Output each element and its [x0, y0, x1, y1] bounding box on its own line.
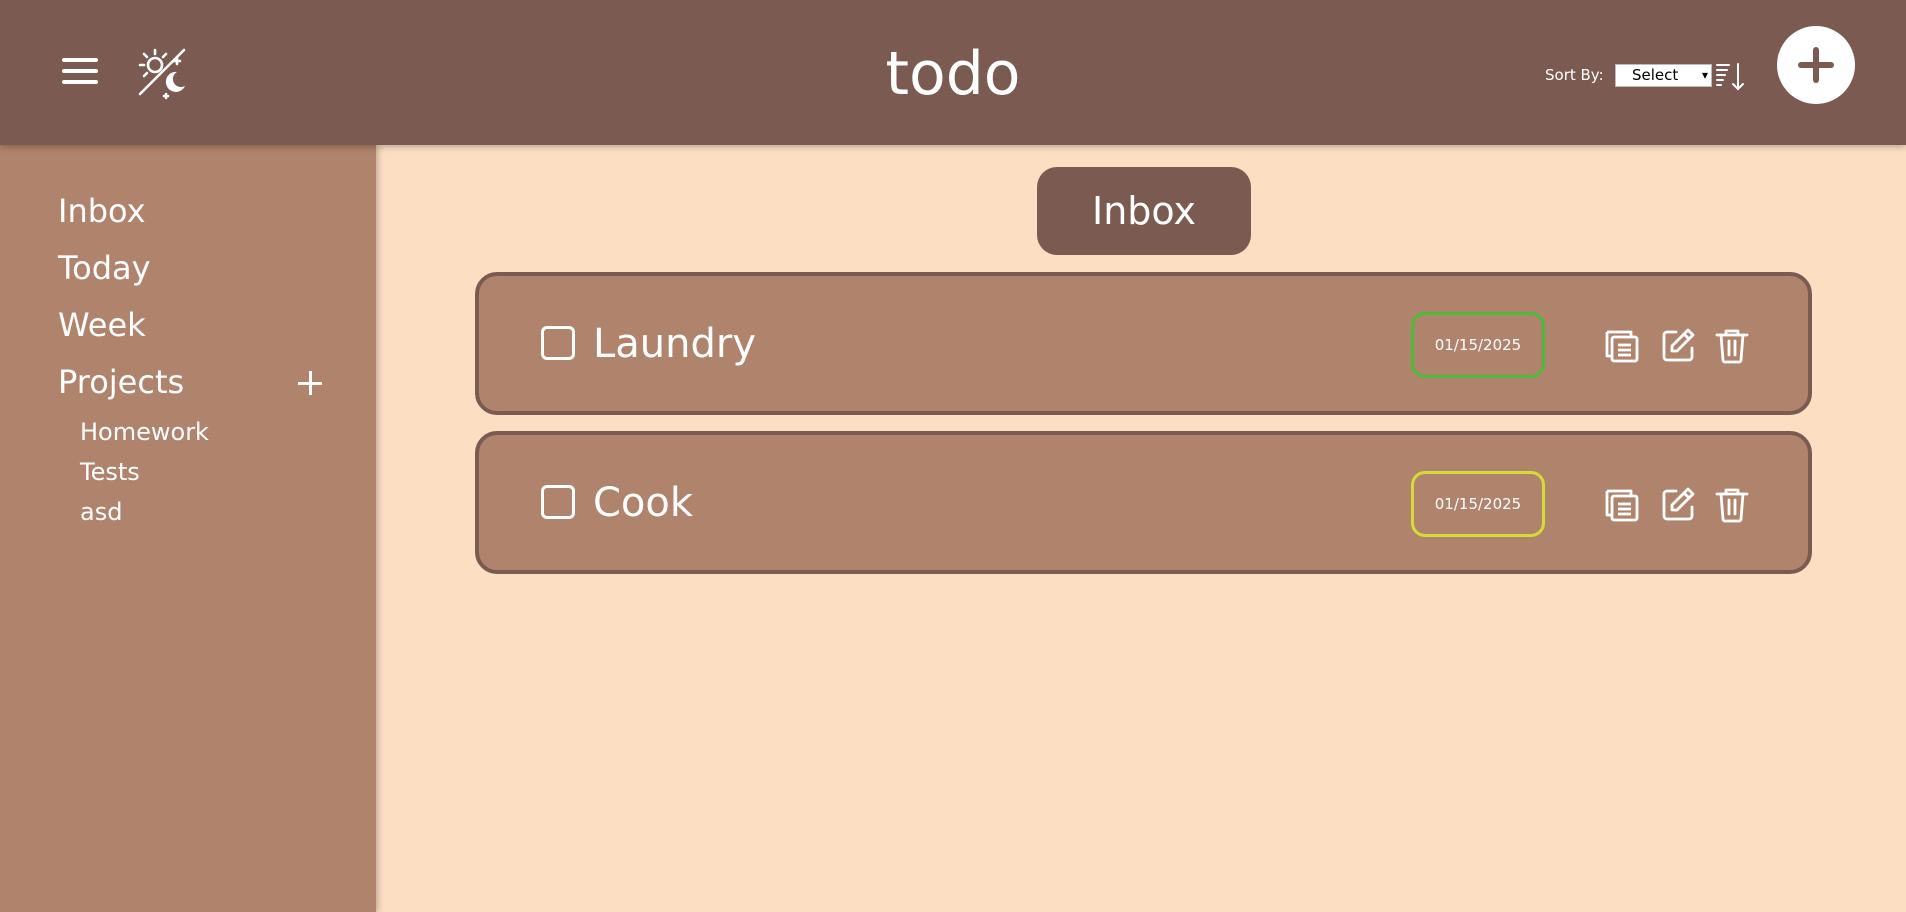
sort-direction-icon[interactable] [1715, 62, 1749, 92]
hamburger-menu-icon[interactable] [56, 52, 100, 90]
edit-icon[interactable] [1659, 326, 1697, 364]
add-task-button[interactable] [1777, 26, 1855, 104]
top-bar: todo Sort By: Select ▾ [0, 0, 1906, 145]
sidebar-item-inbox[interactable]: Inbox [58, 189, 146, 233]
project-item-homework[interactable]: Homework [80, 415, 209, 449]
sidebar: Inbox Today Week Projects Homework Tests… [0, 145, 376, 912]
sort-select[interactable]: Select ▾ [1615, 64, 1712, 87]
project-item-asd[interactable]: asd [80, 495, 122, 529]
section-title: Inbox [1037, 167, 1251, 255]
app-title: todo [885, 39, 1021, 109]
chevron-down-icon: ▾ [1701, 68, 1708, 82]
sidebar-item-projects[interactable]: Projects [58, 360, 184, 404]
task-checkbox[interactable] [541, 485, 575, 519]
task-name: Cook [593, 480, 694, 526]
task-checkbox[interactable] [541, 326, 575, 360]
add-project-icon[interactable] [292, 365, 328, 401]
theme-toggle-icon[interactable] [134, 44, 190, 100]
details-icon[interactable] [1603, 326, 1641, 364]
sort-label: Sort By: [1545, 66, 1604, 84]
details-icon[interactable] [1603, 485, 1641, 523]
task-card: Cook 01/15/2025 [475, 431, 1812, 574]
task-due-date[interactable]: 01/15/2025 [1411, 312, 1545, 378]
trash-icon[interactable] [1713, 485, 1751, 523]
sidebar-item-week[interactable]: Week [58, 303, 146, 347]
task-card: Laundry 01/15/2025 [475, 272, 1812, 415]
sort-select-value: Select [1632, 66, 1679, 84]
project-item-tests[interactable]: Tests [80, 455, 140, 489]
task-name: Laundry [593, 321, 757, 367]
edit-icon[interactable] [1659, 485, 1697, 523]
sidebar-item-today[interactable]: Today [58, 246, 151, 290]
trash-icon[interactable] [1713, 326, 1751, 364]
task-due-date[interactable]: 01/15/2025 [1411, 471, 1545, 537]
